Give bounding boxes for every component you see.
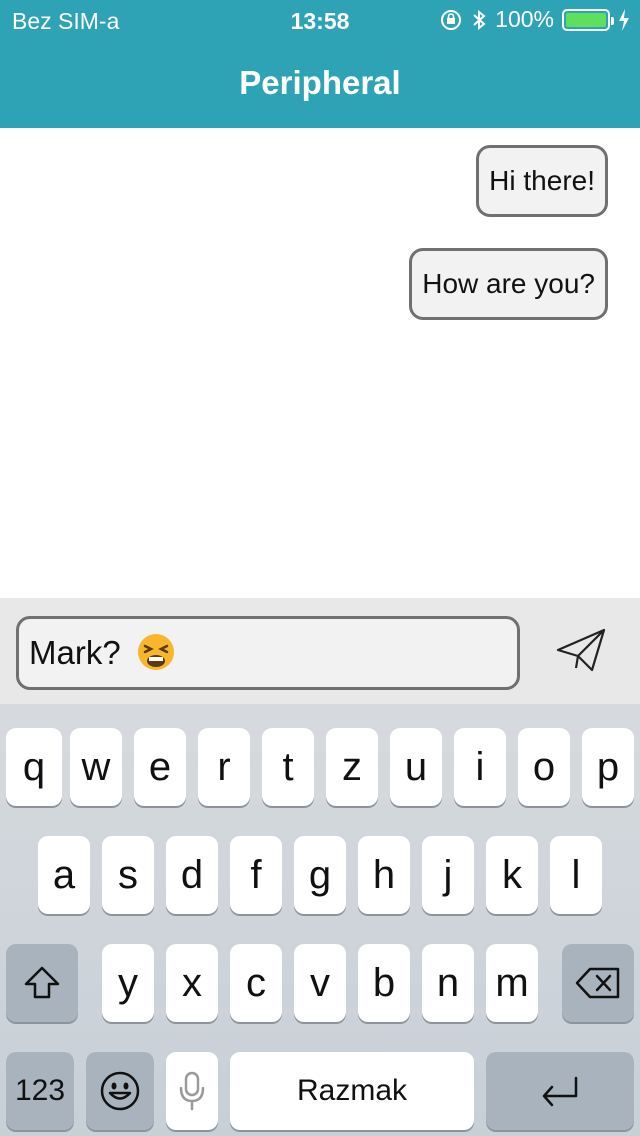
return-icon [542,1076,578,1107]
composer-bar: Mark? [0,598,640,704]
shift-key[interactable] [6,944,78,1022]
backspace-key[interactable] [562,944,634,1022]
keyboard: q w e r t z u i o p a s d f g h j k l y … [0,704,640,1136]
key-p[interactable]: p [582,728,634,806]
key-m[interactable]: m [486,944,538,1022]
key-u[interactable]: u [390,728,442,806]
bluetooth-icon [473,9,486,30]
key-a[interactable]: a [38,836,90,914]
key-f[interactable]: f [230,836,282,914]
space-key[interactable]: Razmak [230,1052,474,1130]
microphone-icon [179,1071,205,1111]
charging-icon [619,8,629,31]
message-input-text: Mark? [29,634,121,671]
key-q[interactable]: q [6,728,62,806]
key-g[interactable]: g [294,836,346,914]
key-s[interactable]: s [102,836,154,914]
key-r[interactable]: r [198,728,250,806]
message-bubble: Hi there! [476,145,608,217]
key-l[interactable]: l [550,836,602,914]
battery-level [566,12,606,27]
key-e[interactable]: e [134,728,186,806]
emoji-key[interactable] [86,1052,154,1130]
key-o[interactable]: o [518,728,570,806]
key-w[interactable]: w [70,728,122,806]
key-j[interactable]: j [422,836,474,914]
key-d[interactable]: d [166,836,218,914]
key-z[interactable]: z [326,728,378,806]
tired-face-emoji [137,634,174,670]
key-n[interactable]: n [422,944,474,1022]
return-key[interactable] [486,1052,634,1130]
microphone-key[interactable] [166,1052,218,1130]
key-b[interactable]: b [358,944,410,1022]
message-list[interactable]: Hi there! How are you? [0,128,640,598]
status-indicators: 100% [439,6,630,33]
shift-icon [24,966,60,999]
page-title: Peripheral [239,64,401,101]
emoji-keyboard-icon [100,1071,140,1111]
key-c[interactable]: c [230,944,282,1022]
key-t[interactable]: t [262,728,314,806]
key-i[interactable]: i [454,728,506,806]
app-header: Bez SIM-a 13:58 100% Peripheral [0,0,640,128]
key-x[interactable]: x [166,944,218,1022]
status-bar: Bez SIM-a 13:58 100% [0,0,640,40]
backspace-icon [575,967,620,999]
battery-icon [562,8,614,31]
key-h[interactable]: h [358,836,410,914]
key-v[interactable]: v [294,944,346,1022]
message-input[interactable]: Mark? [16,616,520,690]
battery-percent: 100% [495,6,554,32]
message-bubble: How are you? [409,248,608,320]
orientation-lock-icon [441,9,462,30]
key-y[interactable]: y [102,944,154,1022]
key-k[interactable]: k [486,836,538,914]
send-button[interactable] [552,624,608,676]
numbers-key[interactable]: 123 [6,1052,74,1130]
